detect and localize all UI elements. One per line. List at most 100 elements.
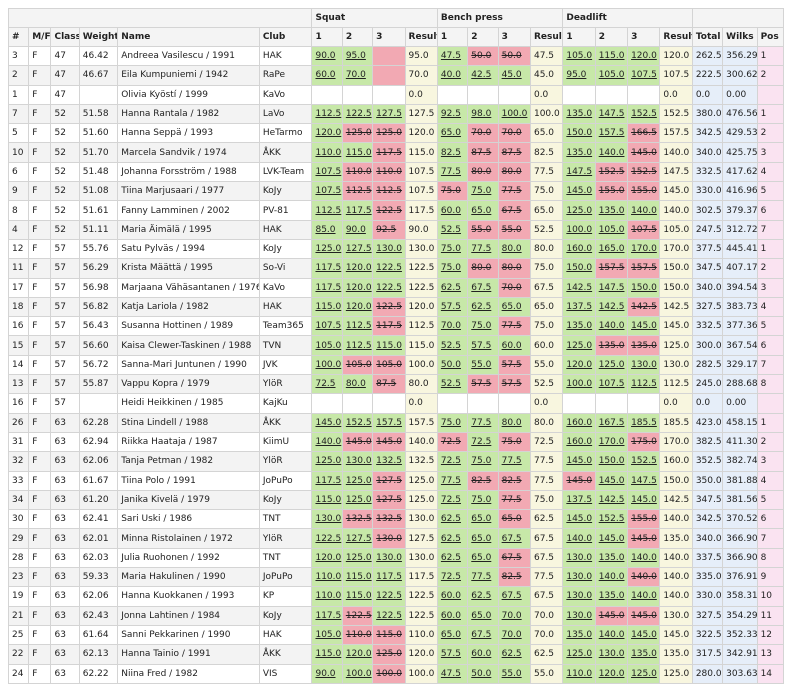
attempt-value: 155.0 xyxy=(598,186,625,197)
attempt-value: 75.0 xyxy=(471,321,492,332)
table-row[interactable]: 2 F 47 46.67 Eila Kumpuniemi / 1942 RaPe 60.0 7… xyxy=(7,65,785,86)
col-header-total[interactable]: Total xyxy=(691,27,724,47)
attempt-value: 77.5 xyxy=(501,494,522,505)
table-row[interactable]: 23 F 63 59.33 Maria Hakulinen / 1990 JoPuPo 11… xyxy=(7,567,785,588)
table-row[interactable]: 22 F 63 62.13 Hanna Tainio / 1991 ÅKK 115.0 120… xyxy=(7,644,785,665)
table-row[interactable]: 7 F 52 51.58 Hanna Rantala / 1982 LaVo 112.5 12… xyxy=(7,103,785,125)
squat-attempt-3: 105.0 xyxy=(372,354,406,376)
col-header-deadlift-2[interactable]: 2 xyxy=(594,27,629,47)
table-row[interactable]: 18 F 57 56.82 Katja Lariola / 1982 HAK 115.0 12… xyxy=(7,296,785,318)
table-row[interactable]: 10 F 52 51.70 Marcela Sandvik / 1974 ÅKK 110.0… xyxy=(7,142,785,163)
table-row[interactable]: 29 F 63 62.01 Minna Ristolainen / 1972 YlöR 12… xyxy=(7,528,785,549)
table-row[interactable]: 6 F 52 51.48 Johanna Forsström / 1988 LVK-Tea… xyxy=(7,161,785,183)
attempt-value: 120.0 xyxy=(345,302,372,312)
squat-attempt-1: 107.5 xyxy=(311,181,343,202)
cell-total: 332.5 xyxy=(691,316,724,337)
col-header-weight[interactable]: Weight xyxy=(78,27,119,47)
col-header-squat-2[interactable]: 2 xyxy=(341,27,374,47)
col-header-pos[interactable]: Pos xyxy=(756,27,785,47)
col-header-bench-2[interactable]: 2 xyxy=(467,27,499,47)
table-row[interactable]: 34 F 63 61.20 Janika Kivelä / 1979 KoJy 115.0 1… xyxy=(7,489,785,511)
table-row[interactable]: 24 F 63 62.22 Niina Fred / 1982 VIS 90.0 100.0 1… xyxy=(7,663,785,684)
table-row[interactable]: 25 F 63 61.64 Sanni Pekkarinen / 1990 HAK 105.… xyxy=(7,624,785,646)
cell-club: KoJy xyxy=(258,489,313,511)
squat-attempt-2: 95.0 xyxy=(341,45,374,67)
attempt-value: 170.0 xyxy=(598,437,625,448)
col-header-squat-3[interactable]: 3 xyxy=(372,27,406,47)
table-row[interactable]: 15 F 57 56.60 Kaisa Clewer-Taskinen / 1988 TV… xyxy=(7,335,785,356)
squat-attempt-3: 122.5 xyxy=(372,586,406,607)
attempt-value: 90.0 xyxy=(315,51,336,62)
table-row[interactable]: 9 F 52 51.08 Tiina Marjusaari / 1977 KoJy 107.… xyxy=(7,181,785,202)
table-row[interactable]: 19 F 63 62.06 Hanna Kuokkanen / 1993 KP 110.0 1… xyxy=(7,586,785,607)
attempt-value: 110.0 xyxy=(345,166,372,177)
cell-name: Riikka Haataja / 1987 xyxy=(117,431,260,453)
deadlift-result: 105.0 xyxy=(659,219,693,240)
squat-attempt-1: 107.5 xyxy=(311,161,343,183)
attempt-value: 70.0 xyxy=(501,610,522,621)
squat-attempt-2: 117.5 xyxy=(341,200,374,221)
col-header-class[interactable]: Class xyxy=(50,27,80,47)
col-header-deadlift-3[interactable]: 3 xyxy=(627,27,661,47)
col-header-bench-1[interactable]: 1 xyxy=(436,27,469,47)
attempt-value: 57.5 xyxy=(440,302,461,312)
squat-attempt-3: 122.5 xyxy=(372,605,406,626)
col-header-squat-result[interactable]: Result xyxy=(404,27,438,47)
squat-result: 110.0 xyxy=(404,624,438,646)
col-header-name[interactable]: Name xyxy=(117,27,260,47)
table-row[interactable]: 4 F 52 51.11 Maria Äimälä / 1995 HAK 85.0 90.0 9… xyxy=(7,219,785,240)
cell-club: VIS xyxy=(258,663,313,684)
col-header-wilks[interactable]: Wilks xyxy=(722,27,758,47)
attempt-value: 87.5 xyxy=(376,379,397,390)
cell-total: 262.5 xyxy=(691,45,724,67)
table-row[interactable]: 8 F 52 51.61 Fanny Lamminen / 2002 PV-81 112.5… xyxy=(7,200,785,221)
deadlift-attempt-3: 142.5 xyxy=(627,296,661,318)
table-row[interactable]: 31 F 63 62.94 Riikka Haataja / 1987 KiimU 140.… xyxy=(7,431,785,453)
attempt-value: 152.5 xyxy=(631,109,657,120)
cell-class: 57 xyxy=(50,296,80,318)
table-row[interactable]: 17 F 57 56.98 Marjaana Vähäsantanen / 1976 Ka… xyxy=(7,277,785,298)
col-header-deadlift-result[interactable]: Result xyxy=(659,27,693,47)
bench-result: 70.0 xyxy=(529,624,564,646)
attempt-value: 132.5 xyxy=(376,514,402,525)
deadlift-attempt-1: 140.0 xyxy=(562,528,596,549)
col-header-club[interactable]: Club xyxy=(258,27,313,47)
deadlift-attempt-3: 145.0 xyxy=(627,489,661,511)
table-row[interactable]: 30 F 63 62.41 Sari Uski / 1986 TNT 130.0 132.5 1… xyxy=(7,509,785,530)
col-header-sex[interactable]: M/F xyxy=(28,27,52,47)
col-header-bench-result[interactable]: Result xyxy=(529,27,564,47)
col-header-number[interactable]: # xyxy=(7,27,30,47)
bench-attempt-1: 47.5 xyxy=(436,45,469,67)
table-row[interactable]: 13 F 57 55.87 Vappu Kopra / 1979 YlöR 72.5 80.0… xyxy=(7,374,785,395)
squat-attempt-3 xyxy=(372,84,406,105)
attempt-value: 125.0 xyxy=(315,456,342,467)
squat-result: 95.0 xyxy=(404,45,438,67)
bench-attempt-1: 52.5 xyxy=(436,335,469,356)
table-row[interactable]: 16 F 57 Heidi Heikkinen / 1985 KajKu 0.0 0.0 0.… xyxy=(7,393,785,414)
table-row[interactable]: 26 F 63 62.28 Stina Lindell / 1988 ÅKK 145.0 15… xyxy=(7,412,785,433)
deadlift-attempt-3: 125.0 xyxy=(627,663,661,684)
bench-attempt-2: 75.0 xyxy=(467,451,499,472)
attempt-value: 65.0 xyxy=(471,533,492,544)
col-header-squat-1[interactable]: 1 xyxy=(311,27,343,47)
table-row[interactable]: 14 F 57 56.72 Sanna-Mari Juntunen / 1990 JVK 1… xyxy=(7,354,785,376)
table-row[interactable]: 3 F 47 46.42 Andreea Vasilescu / 1991 HAK 90.0… xyxy=(7,45,785,67)
col-header-bench-3[interactable]: 3 xyxy=(497,27,531,47)
table-row[interactable]: 12 F 57 55.76 Satu Pylväs / 1994 KoJy 125.0 127… xyxy=(7,238,785,260)
cell-wilks: 411.30 xyxy=(722,431,758,453)
col-header-deadlift-1[interactable]: 1 xyxy=(562,27,596,47)
bench-result: 65.0 xyxy=(529,200,564,221)
table-row[interactable]: 33 F 63 61.67 Tiina Polo / 1991 JoPuPo 117.5 12… xyxy=(7,470,785,491)
table-row[interactable]: 32 F 63 62.06 Tanja Petman / 1982 YlöR 125.0 13… xyxy=(7,451,785,472)
table-row[interactable]: 1 F 47 Olivia Kyöstí / 1999 KaVo 0.0 0.0 0.0 0.0… xyxy=(7,84,785,105)
table-row[interactable]: 5 F 52 51.60 Hanna Seppä / 1993 HeTarmo 120.0 1… xyxy=(7,123,785,144)
bench-attempt-2: 72.5 xyxy=(467,431,499,453)
attempt-value: 77.5 xyxy=(440,166,461,177)
table-row[interactable]: 16 F 57 56.43 Susanna Hottinen / 1989 Team365… xyxy=(7,316,785,337)
attempt-value: 107.5 xyxy=(631,70,657,81)
table-row[interactable]: 11 F 57 56.29 Krista Määttä / 1995 So-Vi 117.5… xyxy=(7,258,785,279)
table-row[interactable]: 28 F 63 62.03 Julia Ruohonen / 1992 TNT 120.0 1… xyxy=(7,547,785,569)
cell-club: TNT xyxy=(258,547,313,569)
deadlift-attempt-1: 160.0 xyxy=(562,412,596,433)
table-row[interactable]: 21 F 63 62.43 Jonna Lahtinen / 1984 KoJy 117.5… xyxy=(7,605,785,626)
